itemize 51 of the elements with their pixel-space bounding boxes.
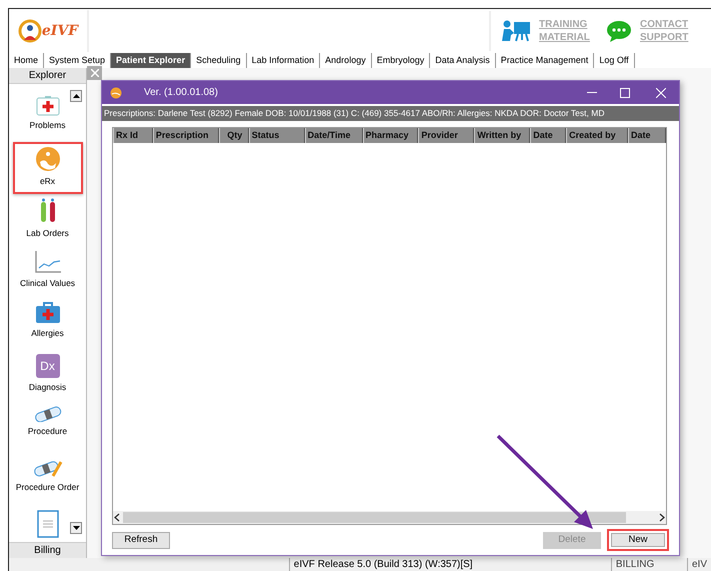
close-icon (90, 69, 98, 77)
line-chart-icon (34, 250, 62, 274)
app-icon (110, 86, 122, 98)
column-header[interactable]: Date/Time (304, 128, 363, 143)
document-icon (36, 510, 58, 538)
presentation-icon (501, 19, 531, 43)
explorer-item[interactable]: Problems (12, 90, 82, 142)
minimize-icon (587, 92, 597, 94)
first-aid-kit-icon (36, 94, 60, 116)
logo-text: eIVF (42, 22, 78, 40)
column-header[interactable]: Written by (474, 128, 530, 143)
column-header[interactable]: Qty (218, 128, 249, 143)
bandage-icon (34, 406, 62, 422)
diagnosis-icon: Dx (36, 354, 60, 378)
scroll-up-button[interactable] (70, 90, 82, 102)
menu-tab[interactable]: Patient Explorer (111, 53, 192, 68)
explorer-item[interactable]: Procedure (12, 402, 82, 454)
up-arrow-icon (72, 94, 80, 98)
close-icon (656, 88, 666, 98)
explorer-item[interactable]: Procedure Order (12, 454, 82, 506)
explorer-header: Explorer (9, 68, 86, 84)
dialog-title: Ver. (1.00.01.08) (144, 86, 219, 100)
status-text: BILLING (610, 558, 687, 571)
dialog-button[interactable]: Refresh (112, 532, 170, 548)
scrollbar-thumb[interactable] (123, 512, 626, 523)
status-text: eIVF Release 5.0 (Build 313) (W:357)[S] (288, 558, 573, 571)
patient-info-bar: Prescriptions: Darlene Test (8292) Female DOB: 10/01/1988 (31) C: (469) 355-4617 ABO/Rh: Allergies: NKDA DOR: Doctor Test, MD (102, 106, 679, 121)
highlighted-button[interactable]: New (607, 529, 669, 551)
explorer-item[interactable]: Clinical Values (12, 246, 82, 298)
logo-icon (18, 18, 42, 44)
horizontal-scrollbar[interactable] (113, 511, 666, 524)
highlighted-explorer-item[interactable]: eRx (12, 142, 82, 194)
column-header[interactable]: Status (248, 128, 305, 143)
column-header[interactable]: Rx Id (113, 128, 153, 143)
medical-case-icon (34, 302, 60, 324)
chat-bubble-icon (606, 19, 632, 43)
column-header[interactable]: Pharmacy (362, 128, 418, 143)
status-text: eIV (686, 558, 711, 571)
column-header[interactable]: Date (530, 128, 566, 143)
explorer-item[interactable]: Dx Diagnosis (12, 350, 82, 402)
column-header[interactable]: Created by (566, 128, 628, 143)
column-header[interactable]: Provider (418, 128, 474, 143)
billing-tab[interactable]: Billing (9, 542, 86, 558)
column-header[interactable]: Prescription (152, 128, 219, 143)
explorer-item[interactable]: Lab Orders (12, 194, 82, 246)
explorer-item[interactable]: Allergies (12, 298, 82, 350)
down-arrow-icon (72, 526, 80, 530)
scroll-down-button[interactable] (70, 522, 82, 534)
column-header[interactable]: Date (628, 128, 666, 143)
prescription-globe-icon (34, 146, 60, 172)
maximize-icon (620, 88, 630, 98)
